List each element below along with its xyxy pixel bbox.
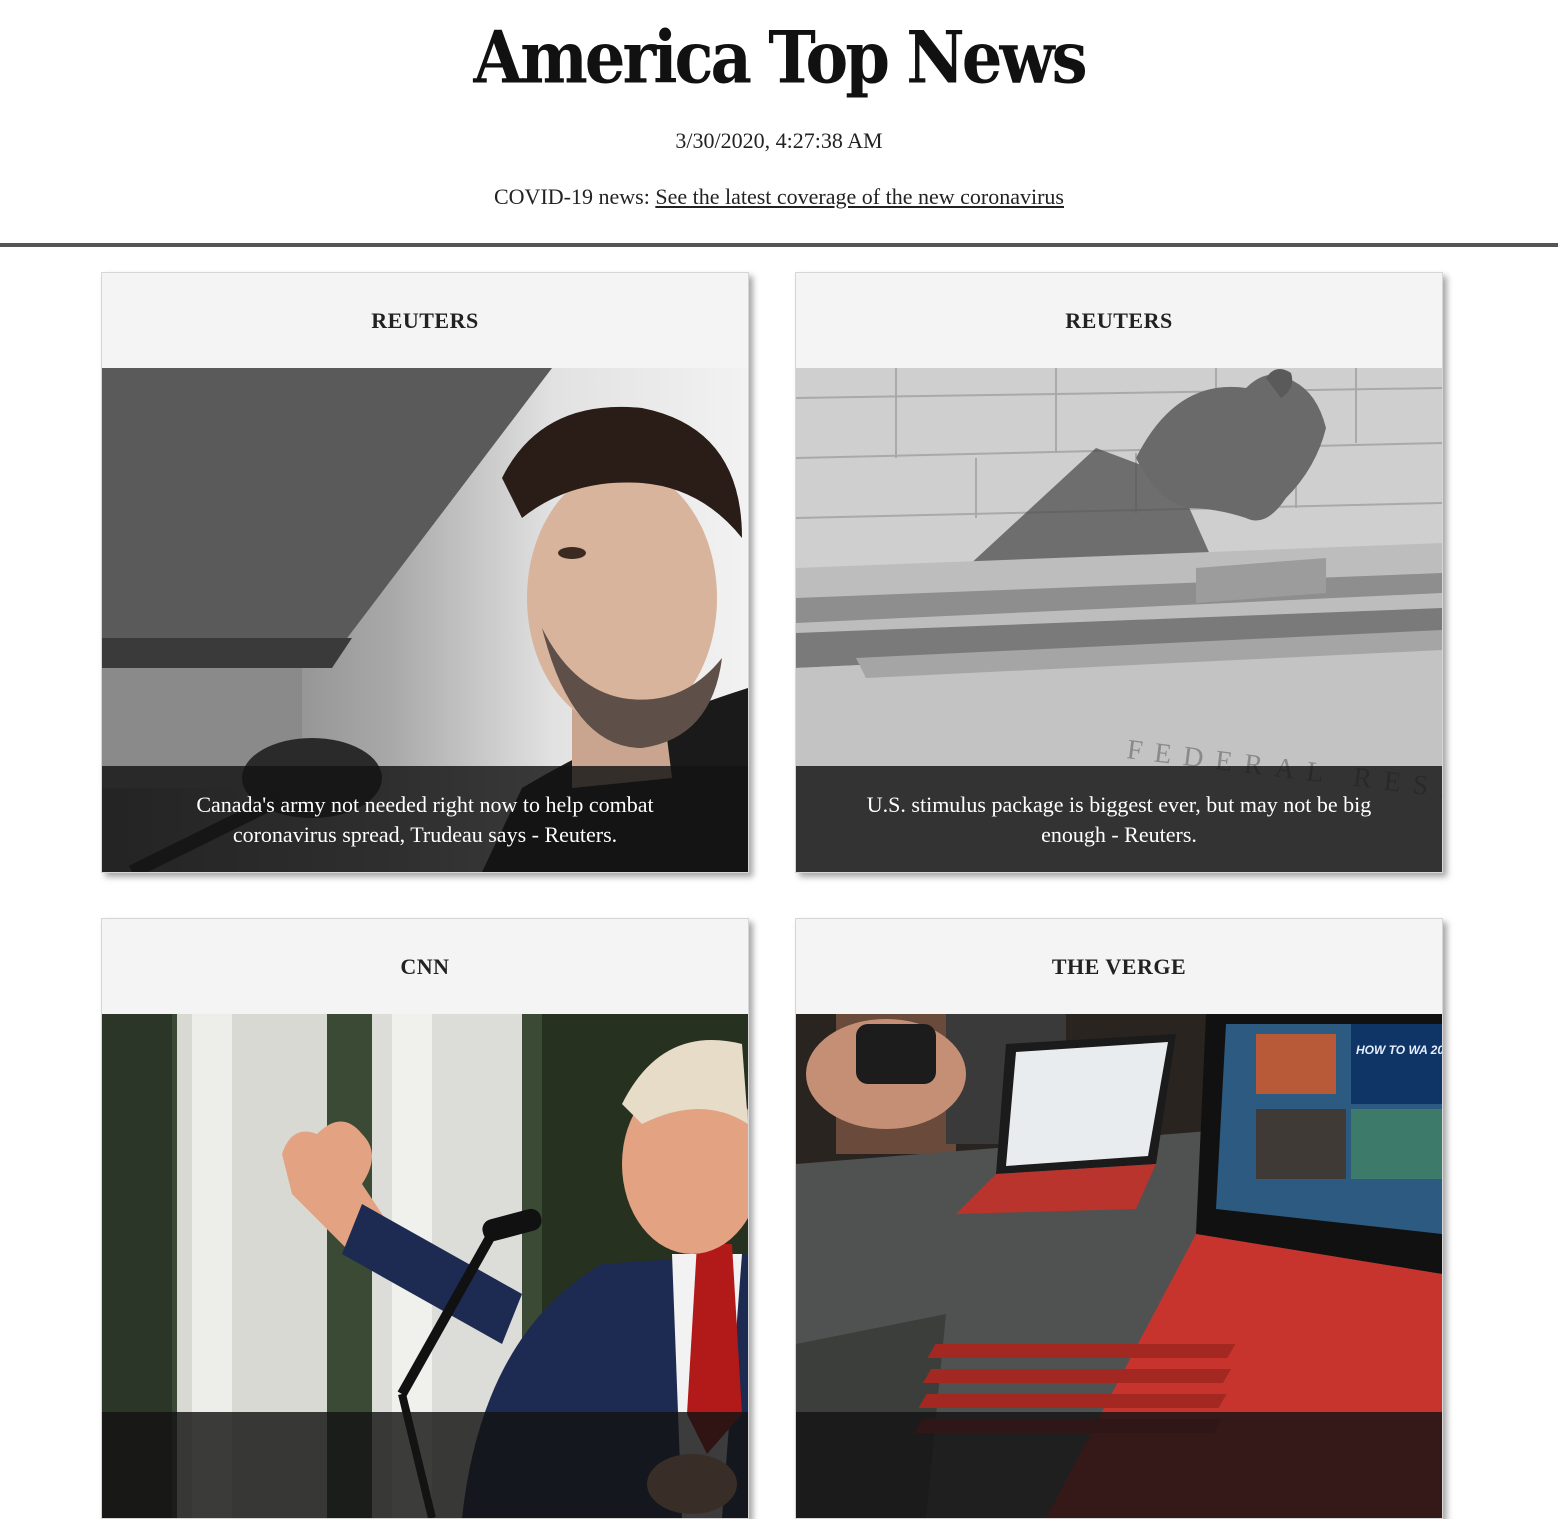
card-source: CNN — [400, 954, 450, 979]
card-image-verge[interactable]: HOW TO WA 2020 GOLDEN AWARDS — [796, 1014, 1442, 1518]
news-card[interactable]: REUTERS — [795, 272, 1443, 873]
covid-label: COVID-19 news: — [494, 184, 656, 209]
news-card[interactable]: REUTERS — [101, 272, 749, 873]
site-title: America Top News — [473, 16, 1087, 101]
card-image-trudeau[interactable]: Canada's army not needed right now to he… — [102, 368, 748, 872]
card-caption: U.S. stimulus package is biggest ever, b… — [796, 766, 1442, 872]
card-source: REUTERS — [1065, 308, 1173, 333]
covid-banner: COVID-19 news: See the latest coverage o… — [0, 184, 1558, 210]
verge-screen-heading: HOW TO WA 2020 GOLDEN AWARDS — [1356, 1043, 1442, 1057]
card-caption — [796, 1412, 1442, 1518]
card-caption: Canada's army not needed right now to he… — [102, 766, 748, 872]
card-image-cnn[interactable] — [102, 1014, 748, 1518]
card-source: THE VERGE — [1051, 954, 1187, 979]
news-card[interactable]: CNN — [101, 918, 749, 1519]
masthead: America Top News 3/30/2020, 4:27:38 AM C… — [0, 0, 1558, 230]
card-caption — [102, 1412, 748, 1518]
news-card[interactable]: THE VERGE HOW TO WA 2 — [795, 918, 1443, 1519]
card-source: REUTERS — [371, 308, 479, 333]
covid-coverage-link[interactable]: See the latest coverage of the new coron… — [655, 184, 1064, 209]
card-image-federal-reserve[interactable]: FEDERAL RESE U.S. stimulus package is bi… — [796, 368, 1442, 872]
timestamp: 3/30/2020, 4:27:38 AM — [675, 128, 883, 153]
header-divider — [0, 243, 1558, 247]
